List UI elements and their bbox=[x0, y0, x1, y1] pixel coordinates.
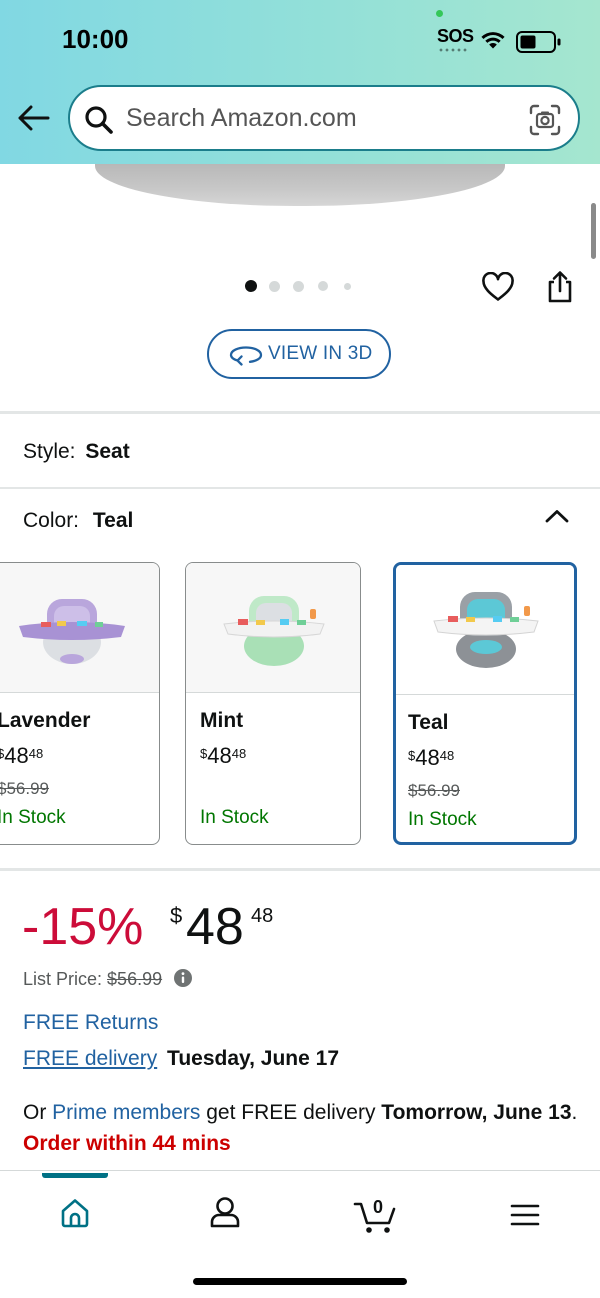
swatch-image bbox=[396, 565, 574, 695]
carousel-dot-active bbox=[245, 280, 257, 292]
product-image[interactable] bbox=[95, 164, 505, 206]
prime-period: . bbox=[571, 1101, 578, 1124]
scrollbar[interactable] bbox=[591, 203, 596, 259]
swatch-list-price: $56.99 bbox=[408, 781, 460, 800]
search-icon bbox=[85, 106, 113, 134]
color-value: Teal bbox=[92, 509, 134, 532]
nav-cart-button[interactable]: 0 bbox=[337, 1191, 417, 1239]
sos-indicator: SOS bbox=[437, 26, 474, 46]
color-swatch-mint[interactable]: Mint $4848 In Stock bbox=[185, 562, 361, 845]
swatch-price-fraction: 48 bbox=[439, 748, 455, 763]
price-whole: 48 bbox=[186, 898, 244, 956]
swatch-stock: In Stock bbox=[0, 807, 66, 828]
color-selector[interactable]: Color: Teal bbox=[23, 509, 133, 533]
swatch-image bbox=[0, 563, 159, 693]
carousel-dot bbox=[318, 281, 328, 291]
chevron-up-icon[interactable] bbox=[544, 507, 570, 525]
style-value: Seat bbox=[85, 440, 130, 463]
carousel-dot bbox=[344, 282, 351, 290]
swatch-price-fraction: 48 bbox=[231, 746, 247, 761]
delivery-date: Tuesday, June 17 bbox=[167, 1047, 340, 1070]
swatch-price: $4848 bbox=[0, 743, 43, 769]
style-selector: Style: Seat bbox=[23, 440, 130, 464]
swatch-price-whole: 48 bbox=[207, 743, 232, 768]
carousel-dot bbox=[269, 280, 280, 292]
list-price: List Price: $56.99 bbox=[23, 969, 193, 990]
back-arrow-icon[interactable] bbox=[16, 102, 50, 134]
baby-seat-lavender-image bbox=[19, 599, 125, 664]
free-delivery-link[interactable]: FREE delivery bbox=[23, 1047, 157, 1070]
order-countdown: Order within 44 mins bbox=[23, 1132, 231, 1155]
privacy-indicator-dot bbox=[436, 10, 443, 17]
color-label: Color: bbox=[23, 509, 80, 532]
prime-prefix: Or bbox=[23, 1101, 47, 1124]
home-indicator[interactable] bbox=[193, 1278, 407, 1285]
price-currency: $ bbox=[170, 903, 183, 928]
baby-seat-teal-image bbox=[433, 592, 539, 668]
swatch-price: $4848 bbox=[200, 743, 246, 769]
prime-delivery-info: Or Prime members get FREE delivery Tomor… bbox=[23, 1097, 583, 1159]
swatch-stock: In Stock bbox=[200, 807, 269, 828]
price-fraction: 48 bbox=[251, 905, 274, 927]
cart-count: 0 bbox=[373, 1197, 383, 1217]
share-icon[interactable] bbox=[546, 270, 574, 304]
search-input[interactable] bbox=[126, 87, 506, 149]
nav-active-indicator bbox=[42, 1173, 108, 1178]
home-icon bbox=[61, 1199, 89, 1228]
camera-search-icon[interactable] bbox=[528, 103, 562, 137]
app-header: 10:00 SOS bbox=[0, 0, 600, 164]
swatch-price: $4848 bbox=[408, 745, 454, 771]
search-bar[interactable] bbox=[68, 85, 580, 151]
wifi-icon bbox=[481, 32, 505, 49]
prime-date: Tomorrow, June 13 bbox=[381, 1101, 572, 1124]
nav-menu-button[interactable] bbox=[485, 1191, 565, 1239]
nav-home-button[interactable] bbox=[35, 1191, 115, 1239]
swatch-price-whole: 48 bbox=[4, 743, 29, 768]
rotate-3d-icon bbox=[229, 346, 263, 366]
baby-seat-mint-image bbox=[223, 596, 325, 666]
swatch-price-currency: $ bbox=[0, 746, 4, 761]
user-icon bbox=[210, 1197, 240, 1228]
divider bbox=[0, 868, 600, 871]
discount-percent: -15% bbox=[22, 898, 144, 956]
view-in-3d-label: VIEW IN 3D bbox=[268, 343, 373, 364]
swatch-price-currency: $ bbox=[200, 746, 208, 761]
swatch-price-fraction: 48 bbox=[28, 746, 44, 761]
divider bbox=[0, 411, 600, 414]
style-label: Style: bbox=[23, 440, 76, 463]
list-price-label: List Price: bbox=[23, 969, 103, 989]
heart-icon[interactable] bbox=[481, 272, 515, 302]
nav-account-button[interactable] bbox=[185, 1191, 265, 1239]
menu-icon bbox=[510, 1204, 540, 1226]
battery-icon bbox=[516, 31, 561, 53]
swatch-image bbox=[186, 563, 360, 693]
color-swatch-teal[interactable]: Teal $4848 $56.99 In Stock bbox=[393, 562, 577, 845]
swatch-stock: In Stock bbox=[408, 809, 477, 830]
swatch-name: Lavender bbox=[0, 709, 91, 732]
prime-members-link[interactable]: Prime members bbox=[52, 1101, 200, 1124]
divider bbox=[0, 487, 600, 489]
swatch-price-whole: 48 bbox=[415, 745, 440, 770]
delivery-info: FREE delivery Tuesday, June 17 bbox=[23, 1047, 339, 1071]
status-time: 10:00 bbox=[62, 24, 129, 54]
carousel-dot bbox=[293, 280, 304, 292]
view-in-3d-button[interactable]: VIEW IN 3D bbox=[207, 329, 391, 379]
signal-dots bbox=[438, 48, 468, 52]
swatch-price-currency: $ bbox=[408, 748, 416, 763]
swatch-list-price: $56.99 bbox=[0, 779, 49, 798]
free-returns-link[interactable]: FREE Returns bbox=[23, 1011, 158, 1035]
color-swatch-lavender[interactable]: Lavender $4848 $56.99 In Stock bbox=[0, 562, 160, 845]
swatch-name: Teal bbox=[408, 711, 449, 734]
info-icon[interactable] bbox=[173, 968, 193, 988]
swatch-name: Mint bbox=[200, 709, 244, 732]
list-price-value: $56.99 bbox=[107, 969, 163, 989]
prime-middle: get FREE delivery bbox=[206, 1101, 376, 1124]
cart-icon: 0 bbox=[353, 1197, 396, 1233]
